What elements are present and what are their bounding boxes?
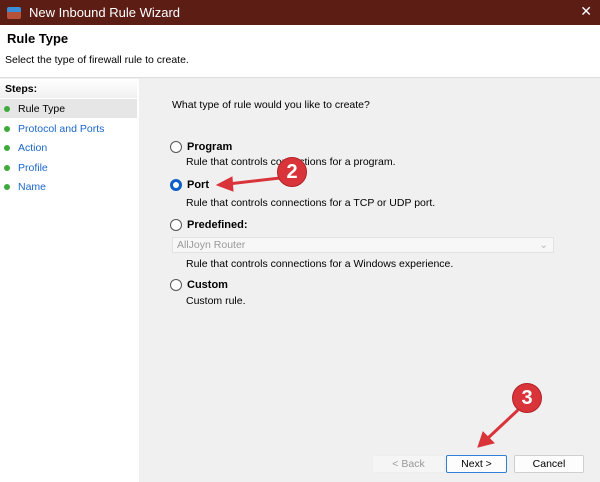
annotation-arrows: [215, 176, 520, 448]
step-badge-2: 2: [277, 157, 307, 187]
arrow-to-next: [486, 408, 520, 440]
step-badge-3: 3: [512, 383, 542, 413]
arrow-head-icon: [215, 176, 234, 192]
arrow-to-port: [227, 176, 281, 186]
